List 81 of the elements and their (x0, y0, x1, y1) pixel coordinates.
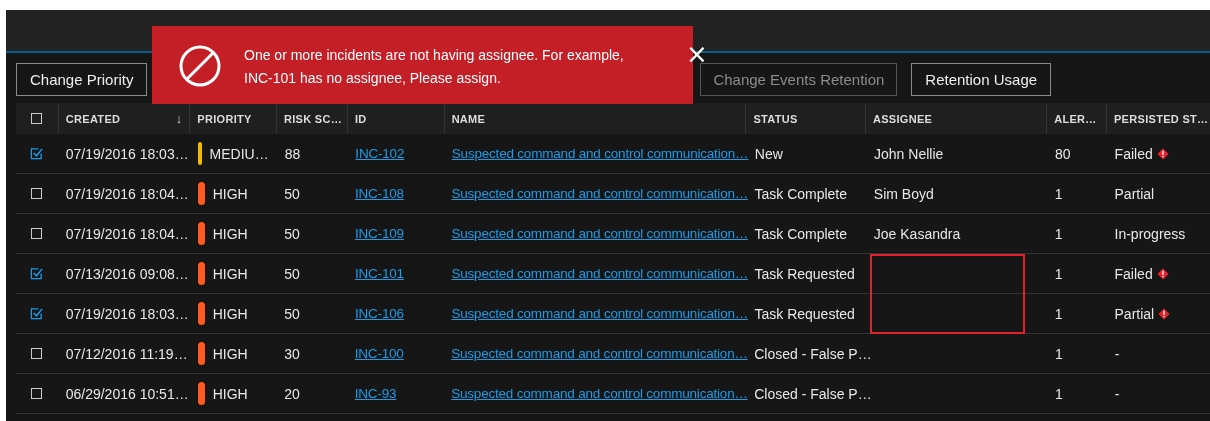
table-cell: HIGH (212, 185, 248, 202)
checkbox[interactable] (30, 147, 44, 160)
table-cell: Closed - False P… (754, 385, 872, 402)
table-cell: Joe Kasandra (873, 225, 961, 242)
table-cell: HIGH (212, 225, 248, 242)
table-cell: 1 (1054, 385, 1063, 402)
table-cell: Sim Boyd (873, 185, 934, 202)
table-cell: 07/12/2016 11:19… (65, 345, 188, 362)
table-cell: Closed - False P… (754, 345, 872, 362)
table-cell: 1 (1054, 265, 1063, 282)
column-header[interactable]: RISK SC… (284, 112, 342, 125)
incident-link[interactable]: Suspected command and control communication… (451, 306, 749, 321)
incident-link[interactable]: INC-108 (354, 186, 404, 201)
column-header[interactable]: PRIORITY (197, 112, 252, 125)
incident-link[interactable]: Suspected command and control communication… (451, 386, 748, 401)
table-cell: 1 (1054, 305, 1063, 322)
table-cell: 07/19/2016 18:03… (65, 145, 189, 162)
prohibited-icon (178, 44, 222, 88)
table-cell: In-progress (1114, 225, 1186, 242)
toolbar-button[interactable]: Retention Usage (911, 62, 1052, 96)
table-cell: New (754, 145, 783, 162)
table-cell: HIGH (212, 265, 248, 282)
table-cell: Task Requested (754, 265, 855, 282)
table-cell: HIGH (212, 305, 248, 322)
incident-link[interactable]: Suspected command and control communication… (451, 186, 749, 201)
incident-link[interactable]: INC-106 (354, 306, 404, 321)
incident-link[interactable]: INC-109 (354, 226, 404, 241)
table-cell: 50 (284, 185, 300, 202)
column-header[interactable]: CREATED (65, 112, 121, 125)
table-cell: 07/19/2016 18:04… (65, 225, 189, 242)
column-header[interactable]: STATUS (753, 112, 798, 125)
table-cell: HIGH (212, 385, 248, 402)
column-header[interactable]: PERSISTED ST… (1114, 112, 1209, 125)
table-cell: - (1114, 385, 1120, 402)
table-cell: Failed (1114, 265, 1153, 282)
table-cell: 07/13/2016 09:08… (65, 265, 189, 282)
table-cell: Partial (1114, 185, 1155, 202)
table-cell: John Nellie (874, 145, 944, 162)
table-cell: Failed (1114, 145, 1153, 162)
incident-link[interactable]: INC-93 (354, 386, 397, 401)
table-cell: 20 (284, 385, 300, 402)
table-cell: 1 (1054, 225, 1063, 242)
column-header[interactable]: ALER… (1054, 112, 1097, 125)
table-cell: 80 (1054, 145, 1071, 162)
table-cell: 88 (284, 145, 301, 162)
table-cell: - (1114, 345, 1120, 362)
select-all-checkbox[interactable] (31, 113, 43, 124)
table-cell: Partial (1114, 305, 1155, 322)
table-cell: 1 (1054, 185, 1063, 202)
toolbar-button[interactable]: Change Priority (16, 62, 148, 96)
incident-link[interactable]: Suspected command and control communication… (451, 346, 748, 361)
table-cell: 50 (284, 305, 300, 322)
checkbox[interactable] (30, 307, 44, 320)
checkbox[interactable] (31, 188, 43, 199)
table-cell: 30 (284, 345, 300, 362)
table-cell: MEDIU… (209, 145, 269, 162)
checkbox[interactable] (30, 267, 44, 280)
table-cell: Task Complete (754, 185, 848, 202)
checkbox[interactable] (31, 228, 43, 239)
incident-link[interactable]: Suspected command and control communication… (451, 266, 749, 281)
column-header[interactable]: ID (355, 112, 367, 125)
table-cell: 07/19/2016 18:04… (65, 185, 189, 202)
column-header[interactable]: NAME (451, 112, 486, 125)
table-cell: 1 (1054, 345, 1063, 362)
checkbox[interactable] (31, 348, 43, 359)
column-header[interactable]: ASSIGNEE (872, 112, 933, 125)
checkbox[interactable] (31, 388, 43, 399)
incident-link[interactable]: Suspected command and control communication… (451, 226, 749, 241)
incident-link[interactable]: INC-102 (355, 146, 405, 161)
table-cell: 07/19/2016 18:03… (65, 305, 189, 322)
table-cell: HIGH (212, 345, 248, 362)
table-cell: Task Requested (754, 305, 855, 322)
table-cell: 06/29/2016 10:51… (65, 385, 189, 402)
incident-link[interactable]: INC-100 (354, 346, 404, 361)
table-cell: 50 (284, 225, 300, 242)
table-cell: 50 (284, 265, 300, 282)
sort-icon[interactable]: ↓ (175, 111, 183, 126)
incident-link[interactable]: Suspected command and control communication… (451, 146, 749, 161)
table-cell: Task Complete (754, 225, 848, 242)
toast-message: One or more incidents are not having assignee. For example, INC-101 has no assignee, Please assign. (244, 46, 625, 88)
incident-link[interactable]: INC-101 (354, 266, 404, 281)
